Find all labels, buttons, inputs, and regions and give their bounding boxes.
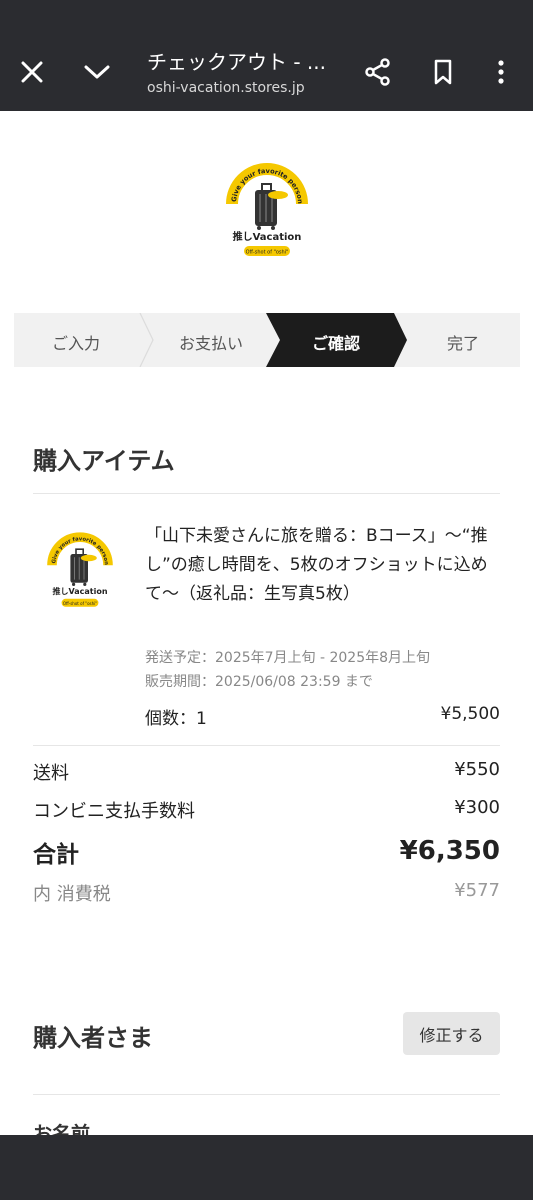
bookmark-icon[interactable] <box>421 50 465 94</box>
item-price: ¥5,500 <box>440 704 500 724</box>
checkout-steps: ご入力 お支払い ご確認 完了 <box>14 313 520 367</box>
purchase-items-title: 購入アイテム <box>33 447 175 475</box>
step-payment: お支払い <box>179 334 244 353</box>
close-icon[interactable] <box>10 50 54 94</box>
step-complete: 完了 <box>447 334 480 353</box>
divider <box>33 493 500 494</box>
fee-label: コンビニ支払手数料 <box>33 801 195 822</box>
svg-text:推しVacation: 推しVacation <box>233 230 302 243</box>
browser-toolbar: チェックアウト - ... oshi-vacation.stores.jp <box>0 0 533 111</box>
more-vert-icon[interactable] <box>479 50 523 94</box>
share-icon[interactable] <box>356 50 400 94</box>
buyer-title: 購入者さま <box>33 1024 153 1052</box>
step-input: ご入力 <box>52 334 101 353</box>
tax-label: 内 消費税 <box>33 884 111 905</box>
item-sale-period: 販売期間：2025/06/08 23:59 まで <box>145 674 373 690</box>
step-confirm: ご確認 <box>312 334 361 353</box>
page-url: oshi-vacation.stores.jp <box>147 80 305 96</box>
svg-text:Off-shot of "oshi": Off-shot of "oshi" <box>246 250 289 256</box>
chevron-down-icon[interactable] <box>75 50 119 94</box>
item-shipping-schedule: 発送予定：2025年7月上旬 - 2025年8月上旬 <box>145 650 431 666</box>
bottom-system-bar <box>0 1135 533 1200</box>
total-label: 合計 <box>33 842 79 868</box>
shop-logo[interactable]: Give your favorite person a holiday! 推しV… <box>220 154 312 260</box>
item-thumbnail: Give your favorite person a holiday! 推しV… <box>42 526 116 610</box>
svg-text:Off-shot of "oshi": Off-shot of "oshi" <box>63 601 97 606</box>
divider <box>33 745 500 746</box>
tax-value: ¥577 <box>454 880 500 901</box>
svg-text:推しVacation: 推しVacation <box>52 586 107 596</box>
shipping-label: 送料 <box>33 763 69 784</box>
shipping-value: ¥550 <box>454 759 500 780</box>
fee-value: ¥300 <box>454 797 500 818</box>
item-name: 「山下未愛さんに旅を贈る：Bコース」〜“推し”の癒し時間を、5枚のオフショットに… <box>145 526 488 604</box>
divider <box>33 1094 500 1095</box>
total-value: ¥6,350 <box>399 836 500 866</box>
item-quantity: 個数：1 <box>145 709 207 729</box>
page-title: チェックアウト - ... <box>147 50 327 74</box>
edit-buyer-button[interactable]: 修正する <box>403 1012 500 1055</box>
